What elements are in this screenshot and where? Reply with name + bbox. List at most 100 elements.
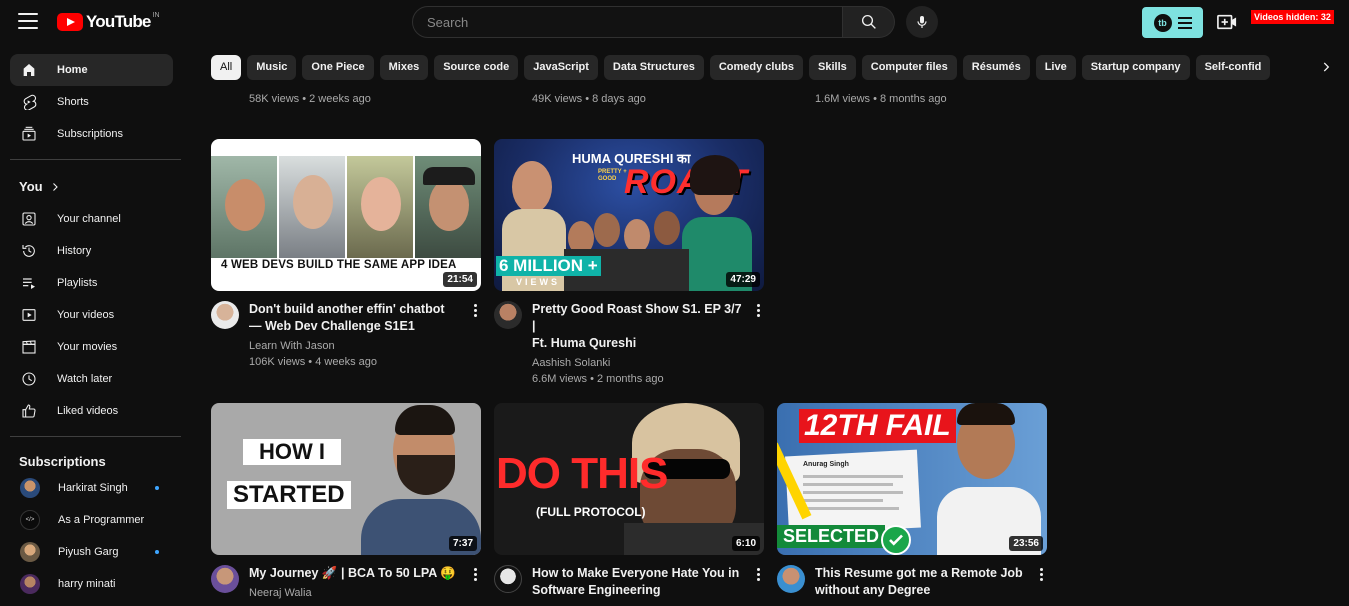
video-title-line: Don't build another effin' chatbot xyxy=(249,302,445,316)
channel-name[interactable]: Aashish Solanki xyxy=(532,356,743,371)
sidebar-item-label: Your videos xyxy=(57,309,115,321)
video-stats: 1.6M views • 8 months ago xyxy=(815,93,947,105)
sidebar-item-watch-later[interactable]: Watch later xyxy=(10,363,173,395)
sidebar-item-label: Home xyxy=(57,64,88,76)
sidebar-sub-harry-minati[interactable]: harry minati xyxy=(10,568,173,600)
video-title[interactable]: Don't build another effin' chatbot — Web … xyxy=(249,301,460,335)
sidebar-item-home[interactable]: Home xyxy=(10,54,173,86)
video-title-line: without any Degree xyxy=(815,583,931,597)
more-options-icon[interactable] xyxy=(1034,565,1048,583)
channel-avatar[interactable] xyxy=(211,301,239,329)
video-title-line: — Web Dev Challenge S1E1 xyxy=(249,319,415,333)
channel-avatar[interactable] xyxy=(494,565,522,593)
video-info: My Journey 🚀 | BCA To 50 LPA 🤑 Neeraj Wa… xyxy=(211,565,482,601)
sidebar-sub-as-a-programmer[interactable]: </> As a Programmer xyxy=(10,504,173,536)
voice-search-button[interactable] xyxy=(906,6,938,38)
video-title[interactable]: How to Make Everyone Hate You in Software… xyxy=(532,565,743,599)
create-video-icon[interactable] xyxy=(1216,12,1238,32)
video-title-line: This Resume got me a Remote Job xyxy=(815,566,1023,580)
video-thumbnail[interactable]: 4 WEB DEVS BUILD THE SAME APP IDEA 21:54 xyxy=(211,139,481,291)
video-info: This Resume got me a Remote Job without a… xyxy=(777,565,1048,599)
search-button[interactable] xyxy=(843,6,895,38)
sidebar-item-label: Watch later xyxy=(57,373,113,385)
sidebar-item-playlists[interactable]: Playlists xyxy=(10,267,173,299)
thumbnail-text: 12TH FAIL xyxy=(799,409,956,443)
chip-music[interactable]: Music xyxy=(247,55,297,80)
chip-all[interactable]: All xyxy=(211,55,242,80)
sidebar-item-shorts[interactable]: Shorts xyxy=(10,86,173,118)
video-title-line: Software Engineering xyxy=(532,583,661,597)
video-duration: 23:56 xyxy=(1009,536,1043,551)
thumbnail-text: 6 MILLION + xyxy=(496,256,601,276)
sidebar-item-history[interactable]: History xyxy=(10,235,173,267)
sidebar-item-liked-videos[interactable]: Liked videos xyxy=(10,395,173,427)
sidebar-item-label: As a Programmer xyxy=(58,514,145,526)
video-info: Don't build another effin' chatbot — Web … xyxy=(211,301,482,371)
avatar xyxy=(20,478,40,498)
video-duration: 47:29 xyxy=(726,272,760,287)
channel-avatar[interactable] xyxy=(494,301,522,329)
channel-name[interactable]: Neeraj Walia xyxy=(249,586,460,601)
new-content-dot xyxy=(155,486,159,490)
sidebar-item-label: Your channel xyxy=(57,213,121,225)
channel-avatar[interactable] xyxy=(211,565,239,593)
video-title[interactable]: Pretty Good Roast Show S1. EP 3/7 | Ft. H… xyxy=(532,301,743,352)
chip-javascript[interactable]: JavaScript xyxy=(524,55,598,80)
you-section-heading[interactable]: You xyxy=(19,179,61,194)
chip-comedy-clubs[interactable]: Comedy clubs xyxy=(709,55,803,80)
extension-button[interactable]: tb xyxy=(1142,7,1203,38)
video-thumbnail[interactable]: HUMA QURESHI का PRETTY + GOOD ROAST 6 MI… xyxy=(494,139,764,291)
youtube-logo[interactable]: YouTube IN xyxy=(57,12,160,32)
avatar xyxy=(20,542,40,562)
video-card: HUMA QURESHI का PRETTY + GOOD ROAST 6 MI… xyxy=(494,139,765,388)
chips-next-button[interactable] xyxy=(1316,57,1336,77)
video-thumbnail[interactable]: HOW I STARTED 7:37 xyxy=(211,403,481,555)
video-card: Anurag Singh 12TH FAIL SELECTED 23:56 Th… xyxy=(777,403,1048,599)
chip-data-structures[interactable]: Data Structures xyxy=(603,55,704,80)
channel-avatar[interactable] xyxy=(777,565,805,593)
video-title-line: Pretty Good Roast Show S1. EP 3/7 | xyxy=(532,302,742,333)
video-card: 4 WEB DEVS BUILD THE SAME APP IDEA 21:54… xyxy=(211,139,482,371)
chip-skills[interactable]: Skills xyxy=(809,55,856,80)
video-thumbnail[interactable]: Anurag Singh 12TH FAIL SELECTED 23:56 xyxy=(777,403,1047,555)
sidebar-item-subscriptions[interactable]: Subscriptions xyxy=(10,118,173,150)
more-options-icon[interactable] xyxy=(468,301,482,319)
sidebar-item-your-movies[interactable]: Your movies xyxy=(10,331,173,363)
youtube-play-icon xyxy=(57,13,83,31)
filter-chips-bar: All Music One Piece Mixes Source code JavaScr… xyxy=(211,55,1301,80)
chip-mixes[interactable]: Mixes xyxy=(379,55,429,80)
video-thumbnail[interactable]: DO THIS (FULL PROTOCOL) 6:10 xyxy=(494,403,764,555)
video-card: DO THIS (FULL PROTOCOL) 6:10 How to Make… xyxy=(494,403,765,599)
videos-hidden-badge: Videos hidden: 32 xyxy=(1251,10,1334,24)
menu-icon[interactable] xyxy=(18,13,38,31)
video-duration: 21:54 xyxy=(443,272,477,287)
chip-one-piece[interactable]: One Piece xyxy=(302,55,374,80)
chip-resumes[interactable]: Résumés xyxy=(962,55,1030,80)
video-title-line: Ft. Huma Qureshi xyxy=(532,336,637,350)
video-title[interactable]: This Resume got me a Remote Job without a… xyxy=(815,565,1026,599)
sidebar: Home Shorts Subscriptions You Your chann… xyxy=(0,44,183,606)
video-stats: 6.6M views • 2 months ago xyxy=(532,373,664,385)
logo-text: YouTube xyxy=(86,12,151,31)
chip-self-confidence[interactable]: Self-confid xyxy=(1195,55,1271,80)
chip-computer-files[interactable]: Computer files xyxy=(861,55,957,80)
chip-source-code[interactable]: Source code xyxy=(434,55,519,80)
video-title[interactable]: My Journey 🚀 | BCA To 50 LPA 🤑 xyxy=(249,565,460,582)
sidebar-item-your-channel[interactable]: Your channel xyxy=(10,203,173,235)
search-box xyxy=(412,6,843,38)
channel-name[interactable]: Learn With Jason xyxy=(249,339,460,354)
masthead: YouTube IN tb Videos hidden: 32 xyxy=(0,0,1349,44)
liked-icon xyxy=(20,402,38,420)
sidebar-sub-harkirat-singh[interactable]: Harkirat Singh xyxy=(10,472,173,504)
chip-live[interactable]: Live xyxy=(1035,55,1076,80)
sidebar-sub-piyush-garg[interactable]: Piyush Garg xyxy=(10,536,173,568)
more-options-icon[interactable] xyxy=(751,301,765,319)
search-input[interactable] xyxy=(427,14,842,30)
chip-startup-company[interactable]: Startup company xyxy=(1081,55,1190,80)
more-options-icon[interactable] xyxy=(751,565,765,583)
subscriptions-heading: Subscriptions xyxy=(19,454,106,469)
thumbnail-text: SELECTED xyxy=(777,525,886,548)
more-options-icon[interactable] xyxy=(468,565,482,583)
sidebar-item-your-videos[interactable]: Your videos xyxy=(10,299,173,331)
sidebar-item-label: Subscriptions xyxy=(57,128,124,140)
